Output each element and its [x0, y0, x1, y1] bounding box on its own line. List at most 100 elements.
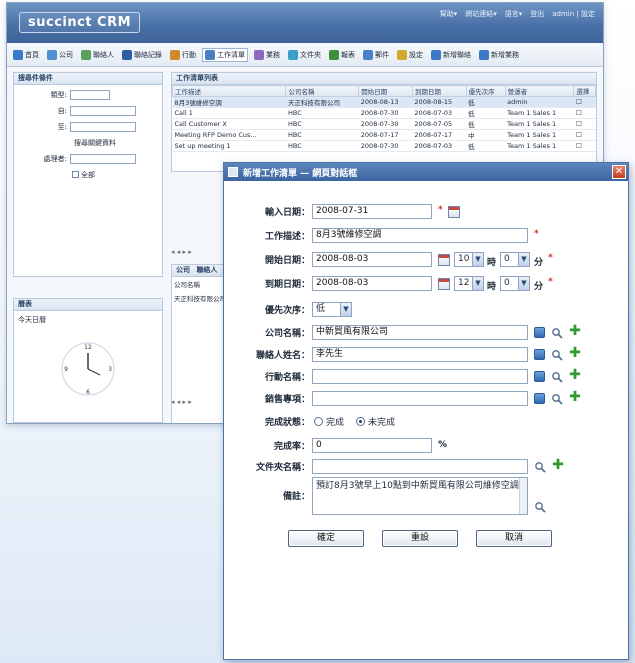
- table-cell: 8月3號維修空調: [172, 96, 286, 108]
- toolbar-label: 業務: [266, 50, 280, 59]
- main-toolbar: 首頁 公司 聯絡人 聯絡記錄 行動 工作清單 業務 文件夾 報表 郵件 設定 新增聯絡 新增業務: [7, 43, 603, 67]
- search-icon[interactable]: [534, 501, 546, 513]
- reset-button[interactable]: 重設: [382, 530, 458, 547]
- company-row[interactable]: 天正科技有限公司: [172, 291, 230, 305]
- end-minute-select[interactable]: 0 ▼: [500, 276, 530, 291]
- start-date-calendar-icon[interactable]: [438, 254, 450, 266]
- remark-textarea[interactable]: 預訂8月3號早上10點到中新貿風有限公司維修空調: [312, 477, 528, 515]
- task-table: 工作描述 公司名稱 開始日期 到期日期 優先次序 營運者 選擇 8月3號維修空調 天正科技有限…: [171, 85, 596, 152]
- toolbar-label: 聯絡人: [93, 50, 114, 59]
- status-incomplete-radio[interactable]: [356, 417, 365, 426]
- end-date-calendar-icon[interactable]: [438, 278, 450, 290]
- top-link-user[interactable]: admin | 設定: [552, 9, 595, 19]
- contact-list-icon[interactable]: [534, 349, 545, 360]
- search-to-row: 至:: [14, 120, 162, 133]
- company-pager[interactable]: ◂ ◂ ▸ ▸: [171, 398, 192, 406]
- search-type-row: 類型:: [14, 88, 162, 101]
- toolbar-item-12[interactable]: 新增業務: [477, 49, 521, 61]
- cancel-button[interactable]: 取消: [476, 530, 552, 547]
- start-hour-select[interactable]: 10 ▼: [454, 252, 484, 267]
- start-minute-select[interactable]: 0 ▼: [500, 252, 530, 267]
- search-owner-input[interactable]: [70, 153, 136, 164]
- table-row[interactable]: Call 1 HBC 2008-07-30 2008-07-03 低 Team 1 Sal…: [172, 107, 596, 119]
- search-icon[interactable]: [551, 349, 563, 361]
- add-company-icon[interactable]: ✚: [569, 324, 581, 338]
- task-column-header[interactable]: 到期日期: [411, 85, 467, 97]
- top-link-sites[interactable]: 網站連結▾: [465, 9, 497, 19]
- remark-scrollbar[interactable]: [519, 478, 527, 514]
- input-date-calendar-icon[interactable]: [448, 206, 460, 218]
- task-column-header[interactable]: 工作描述: [171, 85, 287, 97]
- company-field[interactable]: 中新貿風有限公司: [312, 325, 528, 340]
- search-type-select[interactable]: [70, 89, 110, 100]
- toolbar-item-11[interactable]: 新增聯絡: [429, 49, 473, 61]
- input-date-field[interactable]: 2008-07-31: [312, 204, 432, 219]
- table-row[interactable]: 8月3號維修空調 天正科技有限公司 2008-08-13 2008-08-15 低 adm…: [172, 96, 596, 108]
- task-pager[interactable]: ◂ ◂ ▸ ▸: [171, 248, 192, 256]
- toolbar-item-3[interactable]: 聯絡記錄: [120, 49, 164, 61]
- toolbar-item-6[interactable]: 業務: [252, 49, 282, 61]
- toolbar-item-7[interactable]: 文件夾: [286, 49, 323, 61]
- search-icon[interactable]: [551, 393, 563, 405]
- toolbar-item-2[interactable]: 聯絡人: [79, 49, 116, 61]
- toolbar-icon: [363, 49, 373, 60]
- search-panel: 搜尋件條件 類型: 自: 至: 搜尋關鍵資料 處理者: 全部: [13, 72, 163, 277]
- start-date-field[interactable]: 2008-08-03: [312, 252, 432, 267]
- toolbar-item-4[interactable]: 行動: [168, 49, 198, 61]
- task-column-header[interactable]: 公司名稱: [285, 85, 360, 97]
- task-column-header[interactable]: 開始日期: [358, 85, 413, 97]
- completion-field[interactable]: 0: [312, 438, 432, 453]
- dialog-titlebar: 新增工作清單 — 網頁對話框 ✕: [224, 163, 628, 181]
- add-action-icon[interactable]: ✚: [569, 368, 581, 382]
- toolbar-label: 新增業務: [491, 50, 519, 59]
- work-desc-field[interactable]: 8月3號維修空調: [312, 228, 528, 243]
- svg-text:6: 6: [86, 389, 90, 396]
- contact-field[interactable]: 李先生: [312, 347, 528, 362]
- add-folder-icon[interactable]: ✚: [552, 458, 564, 472]
- toolbar-item-0[interactable]: 首頁: [11, 49, 41, 61]
- chevron-down-icon: ▼: [472, 253, 483, 266]
- action-field[interactable]: [312, 369, 528, 384]
- end-hour-select[interactable]: 12 ▼: [454, 276, 484, 291]
- table-row[interactable]: Set up meeting 1 HBC 2008-07-30 2008-07-03 低…: [172, 140, 596, 152]
- search-icon[interactable]: [551, 371, 563, 383]
- status-complete-radio[interactable]: [314, 417, 323, 426]
- priority-select[interactable]: 低 ▼: [312, 302, 352, 317]
- task-column-header[interactable]: 營運者: [504, 85, 575, 97]
- search-icon[interactable]: [551, 327, 563, 339]
- priority-label: 優先次序：: [264, 306, 310, 316]
- sales-item-field[interactable]: [312, 391, 528, 406]
- end-date-field[interactable]: 2008-08-03: [312, 276, 432, 291]
- task-column-header[interactable]: 優先次序: [465, 85, 506, 97]
- end-date-label: 到期日期：: [264, 280, 310, 290]
- top-link-logout[interactable]: 登出: [530, 9, 544, 19]
- close-button[interactable]: ✕: [612, 165, 626, 179]
- toolbar-label: 文件夾: [300, 50, 321, 59]
- action-list-icon[interactable]: [534, 371, 545, 382]
- tab-company[interactable]: 公司: [176, 266, 190, 274]
- tab-contacts[interactable]: 聯絡人: [196, 266, 217, 274]
- toolbar-item-9[interactable]: 郵件: [361, 49, 391, 61]
- search-from-input[interactable]: [70, 105, 136, 116]
- search-to-input[interactable]: [70, 121, 136, 132]
- top-link-help[interactable]: 幫助▾: [440, 9, 458, 19]
- toolbar-item-10[interactable]: 設定: [395, 49, 425, 61]
- toolbar-item-1[interactable]: 公司: [45, 49, 75, 61]
- sales-item-list-icon[interactable]: [534, 393, 545, 404]
- toolbar-item-5[interactable]: 工作清單: [202, 47, 248, 62]
- sales-item-label: 銷售專項：: [264, 395, 310, 405]
- folder-label: 文件夾名稱：: [255, 463, 310, 473]
- company-list-icon[interactable]: [534, 327, 545, 338]
- search-all-checkbox[interactable]: [72, 171, 79, 178]
- toolbar-item-8[interactable]: 報表: [327, 49, 357, 61]
- folder-field[interactable]: [312, 459, 528, 474]
- table-row[interactable]: Call Customer X HBC 2008-07-30 2008-07-05 低 T…: [172, 118, 596, 130]
- table-cell: 2008-07-30: [358, 107, 413, 119]
- add-sales-item-icon[interactable]: ✚: [569, 390, 581, 404]
- add-contact-icon[interactable]: ✚: [569, 346, 581, 360]
- search-icon[interactable]: [534, 461, 546, 473]
- table-row[interactable]: Meeting RFP Demo Cus... HBC 2008-07-17 2008…: [172, 129, 596, 141]
- task-column-header[interactable]: 選擇: [573, 85, 596, 97]
- confirm-button[interactable]: 確定: [288, 530, 364, 547]
- top-link-language[interactable]: 語言▾: [505, 9, 523, 19]
